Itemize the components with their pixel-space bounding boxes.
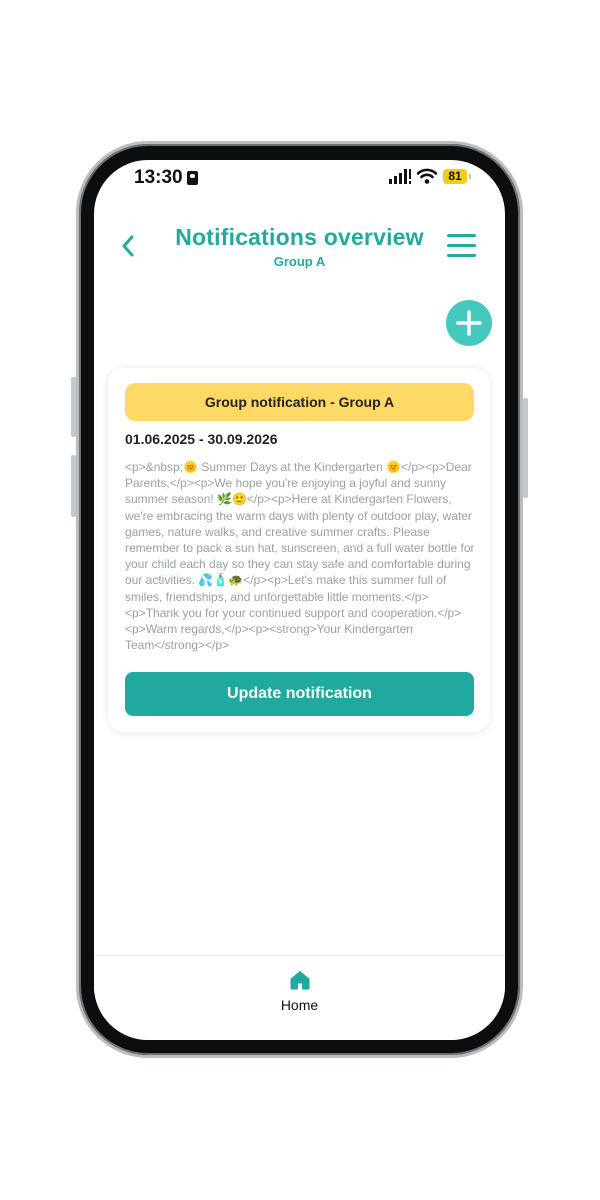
notification-card: Group notification - Group A 01.06.2025 … — [108, 368, 490, 732]
hamburger-menu-icon[interactable] — [447, 234, 476, 264]
page-subtitle: Group A — [273, 254, 326, 269]
home-icon — [290, 971, 309, 990]
id-card-icon — [187, 171, 198, 185]
group-notification-badge: Group notification - Group A — [125, 383, 474, 421]
nav-item-home[interactable]: Home — [94, 970, 505, 1013]
date-range: 01.06.2025 - 30.09.2026 — [125, 431, 278, 447]
app-screen: 13:30 81 Notifications overview Group A — [94, 160, 505, 1040]
bottom-navigation: Home — [94, 955, 505, 1040]
wifi-icon — [417, 168, 437, 184]
status-time: 13:30 — [134, 167, 183, 188]
nav-home-label: Home — [280, 997, 319, 1013]
update-notification-button[interactable]: Update notification — [125, 672, 474, 716]
page-title: Notifications overview — [175, 224, 424, 250]
notification-body: <p>&nbsp;🌞 Summer Days at the Kindergart… — [125, 460, 475, 653]
phone-side-button — [523, 398, 528, 498]
add-notification-button[interactable] — [446, 300, 492, 346]
plus-icon — [456, 310, 482, 336]
signal-icon — [389, 169, 411, 184]
battery-indicator: 81 — [443, 169, 471, 184]
